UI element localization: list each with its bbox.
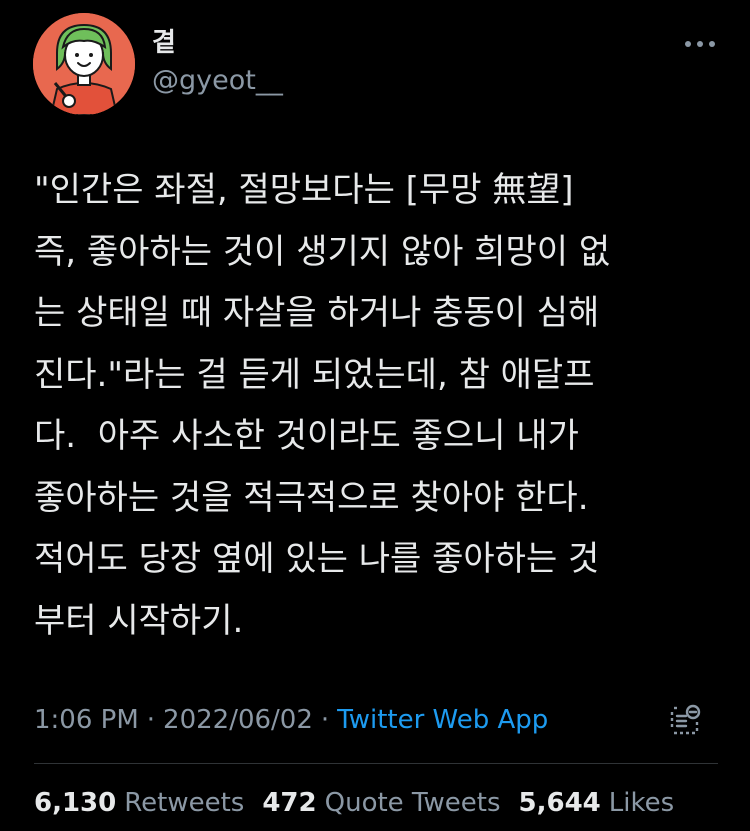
analytics-icon	[670, 704, 701, 735]
meta-separator: ·	[320, 705, 330, 735]
likes-stat[interactable]: 5,644 Likes	[519, 788, 675, 818]
illustrated-person-avatar-icon	[33, 13, 135, 115]
more-horizontal-icon	[685, 41, 715, 47]
more-options-button[interactable]	[680, 30, 720, 58]
engagement-stats: 6,130 Retweets 472 Quote Tweets 5,644 Li…	[34, 783, 692, 823]
quote-tweets-count: 472	[262, 788, 317, 818]
tweet-date[interactable]: 2022/06/02	[163, 705, 313, 735]
divider	[34, 763, 718, 764]
tweet-detail: 곁 @gyeot__ "인간은 좌절, 절망보다는 [무망 無望] 즉, 좋아하…	[0, 0, 750, 831]
avatar[interactable]	[33, 13, 135, 115]
quote-tweets-label: Quote Tweets	[324, 788, 501, 818]
retweets-label: Retweets	[124, 788, 245, 818]
tweet-text: "인간은 좌절, 절망보다는 [무망 無望] 즉, 좋아하는 것이 생기지 않아…	[34, 170, 611, 641]
meta-separator: ·	[146, 705, 156, 735]
retweets-stat[interactable]: 6,130 Retweets	[34, 788, 244, 818]
view-analytics-button[interactable]	[664, 700, 704, 740]
tweet-meta: 1:06 PM · 2022/06/02 · Twitter Web App	[34, 700, 548, 740]
likes-label: Likes	[608, 788, 675, 818]
user-handle[interactable]: @gyeot__	[152, 64, 283, 98]
quote-tweets-stat[interactable]: 472 Quote Tweets	[262, 788, 500, 818]
display-name[interactable]: 곁	[152, 26, 176, 60]
tweet-source-link[interactable]: Twitter Web App	[337, 705, 548, 735]
retweets-count: 6,130	[34, 788, 117, 818]
likes-count: 5,644	[518, 788, 601, 818]
tweet-time[interactable]: 1:06 PM	[34, 705, 139, 735]
